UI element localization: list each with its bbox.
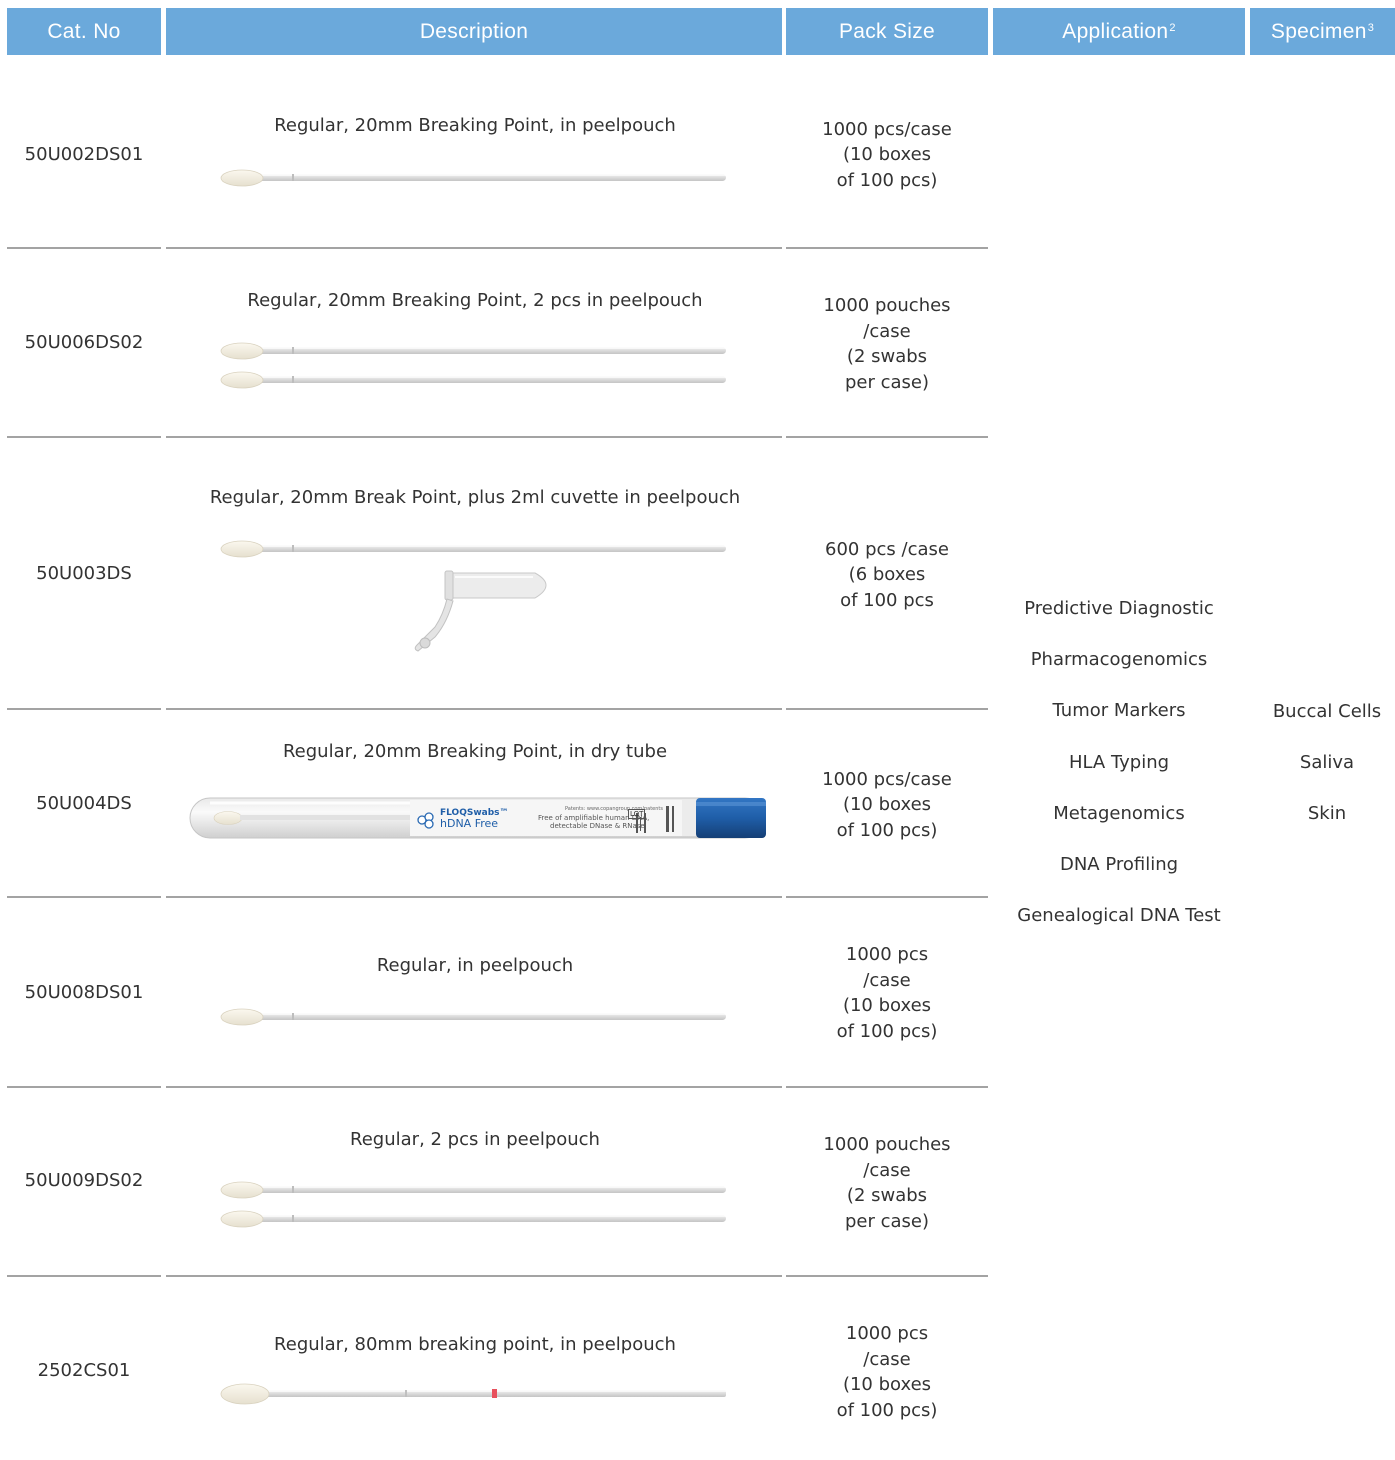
specimen-item: Buccal Cells [1272, 701, 1382, 722]
swab-image [220, 341, 730, 361]
description-text: Regular, 2 pcs in peelpouch [350, 1129, 600, 1150]
cat-no-cell: 50U009DS02 [24, 1170, 144, 1192]
row-separator [166, 708, 782, 710]
row-separator [7, 1275, 161, 1277]
row-separator [166, 247, 782, 249]
swab-image [220, 1180, 730, 1200]
pack-size-cell: 1000 pcs/case (10 boxes of 100 pcs) [836, 944, 938, 1042]
tube-label-lot: LOT [628, 809, 646, 819]
application-item: Pharmacogenomics [1030, 649, 1208, 671]
row-separator [786, 1086, 988, 1088]
tube-label-claim-2: detectable DNase & RNase [550, 822, 645, 830]
description-text: Regular, 80mm breaking point, in peelpou… [274, 1334, 676, 1355]
row-separator [166, 436, 782, 438]
cat-no-cell: 50U008DS01 [24, 982, 144, 1004]
row-separator [166, 896, 782, 898]
application-item: Predictive Diagnostic [1024, 598, 1214, 619]
application-item: DNA Profiling [1059, 853, 1179, 875]
tube-label-patents: Patents: www.copangroup.com/patents [565, 806, 663, 812]
application-item: Tumor Markers [1052, 700, 1186, 722]
cuvette-image [414, 570, 547, 652]
description-text: Regular, in peelpouch [376, 955, 574, 976]
application-item: HLA Typing [1068, 751, 1170, 773]
row-separator [786, 896, 988, 898]
header-description: Description [166, 8, 782, 55]
header-cat-no: Cat. No [7, 8, 161, 55]
row-separator [166, 1275, 782, 1277]
swab-image [220, 1007, 730, 1027]
pack-size-cell: 1000 pouches/case (2 swabs per case) [823, 1134, 951, 1232]
cat-no-cell: 2502CS01 [37, 1360, 131, 1382]
pack-size-cell: 1000 pcs/case (10 boxes of 100 pcs) [822, 118, 952, 191]
header-pack-size: Pack Size [786, 8, 988, 55]
description-text: Regular, 20mm Breaking Point, in dry tub… [282, 741, 668, 762]
row-separator [786, 436, 988, 438]
description-text: Regular, 20mm Break Point, plus 2ml cuve… [209, 487, 741, 508]
application-list: Predictive Diagnostic Pharmacogenomics T… [993, 596, 1245, 954]
cat-no-cell: 50U004DS [36, 793, 132, 815]
row-separator [166, 1086, 782, 1088]
swab-image [220, 370, 730, 390]
row-separator [7, 1086, 161, 1088]
specimen-list: Buccal Cells Saliva Skin [1258, 699, 1395, 853]
pack-size-cell: 1000 pouches/case (2 swabs per case) [823, 295, 951, 393]
cat-no-cell: 50U002DS01 [24, 144, 144, 166]
row-separator [7, 896, 161, 898]
cat-no-cell: 50U003DS [36, 563, 132, 585]
application-footnote-ref: 2 [1169, 21, 1176, 34]
description-text: Regular, 20mm Breaking Point, in peelpou… [274, 115, 676, 136]
swab-image [220, 168, 730, 188]
header-specimen: Specimen 3 [1250, 8, 1395, 55]
swab-image [220, 539, 730, 559]
description-text: Regular, 20mm Breaking Point, 2 pcs in p… [247, 290, 703, 311]
swab-image [220, 1209, 730, 1229]
header-application: Application 2 [993, 8, 1245, 55]
pack-size-cell: 1000 pcs/case (10 boxes of 100 pcs) [836, 1323, 938, 1421]
specimen-item: Skin [1307, 803, 1347, 825]
tube-label-product: hDNA Free [440, 817, 499, 830]
row-separator [7, 436, 161, 438]
row-separator [786, 247, 988, 249]
pack-size-cell: 1000 pcs/case (10 boxes of 100 pcs) [822, 768, 952, 841]
specimen-item: Saliva [1299, 752, 1355, 774]
row-separator [786, 708, 988, 710]
swab-image [220, 1383, 726, 1405]
pack-size-cell: 600 pcs /case (6 boxes of 100 pcs [825, 538, 949, 611]
application-item: Genealogical DNA Test [1017, 905, 1221, 927]
specimen-footnote-ref: 3 [1367, 21, 1375, 34]
row-separator [7, 708, 161, 710]
application-item: Metagenomics [1053, 802, 1185, 824]
row-separator [786, 1275, 988, 1277]
cat-no-cell: 50U006DS02 [24, 332, 144, 354]
row-separator [7, 247, 161, 249]
